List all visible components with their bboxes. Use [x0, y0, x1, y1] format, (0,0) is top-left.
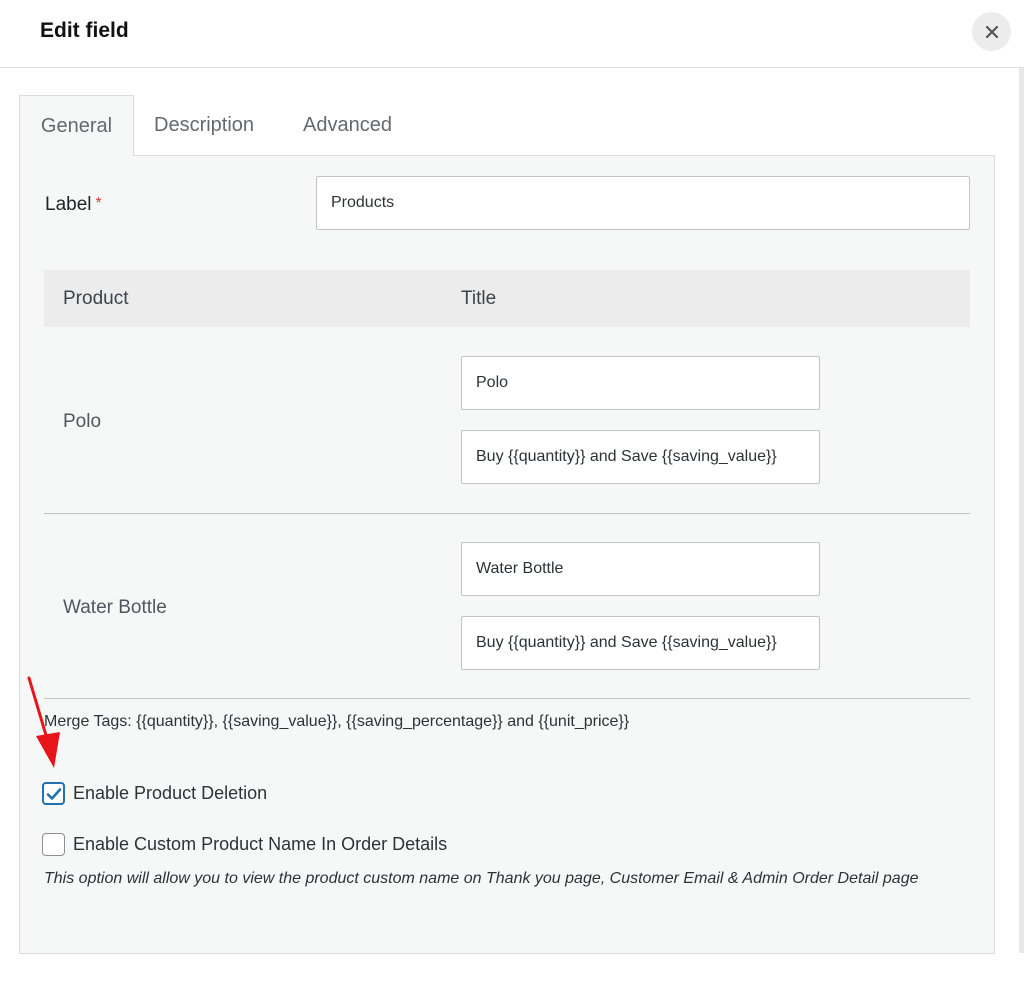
enable-custom-product-name-label: Enable Custom Product Name In Order Deta… [73, 834, 448, 854]
product-name-polo: Polo [63, 411, 102, 432]
enable-custom-product-name-checkbox[interactable] [42, 833, 65, 856]
product-title-input-water-bottle[interactable]: Water Bottle [461, 542, 820, 596]
product-table-header: Product Title [44, 270, 970, 327]
close-icon [985, 25, 998, 38]
checkmark-icon [46, 787, 61, 800]
enable-product-deletion-label: Enable Product Deletion [73, 783, 268, 803]
scrollbar-track[interactable] [1019, 68, 1024, 953]
required-marker: * [95, 195, 102, 212]
modal-header: Edit field [0, 0, 1024, 68]
product-title-input-polo[interactable]: Polo [461, 356, 820, 410]
row-divider [44, 513, 970, 514]
enable-product-deletion-option[interactable]: Enable Product Deletion [42, 782, 267, 805]
label-field-text: Label [45, 194, 92, 215]
product-name-water-bottle: Water Bottle [63, 597, 167, 618]
enable-custom-product-name-option[interactable]: Enable Custom Product Name In Order Deta… [42, 833, 447, 856]
label-field-label: Label * [45, 194, 102, 216]
product-offer-input-water-bottle[interactable]: Buy {{quantity}} and Save {{saving_value… [461, 616, 820, 670]
edit-field-modal: Edit field General Description Advanced … [0, 0, 1024, 981]
annotation-arrow-icon [27, 676, 60, 768]
tab-description[interactable]: Description [154, 95, 254, 156]
label-input[interactable]: Products [316, 176, 970, 230]
modal-title: Edit field [40, 19, 129, 42]
product-offer-input-polo[interactable]: Buy {{quantity}} and Save {{saving_value… [461, 430, 820, 484]
close-button[interactable] [972, 12, 1011, 51]
column-header-title: Title [461, 288, 497, 309]
merge-tags-text: Merge Tags: {{quantity}}, {{saving_value… [44, 713, 630, 730]
tab-general[interactable]: General [19, 95, 134, 156]
enable-product-deletion-checkbox[interactable] [42, 782, 65, 805]
row-divider [44, 698, 970, 699]
tab-advanced[interactable]: Advanced [303, 95, 392, 156]
column-header-product: Product [63, 288, 129, 309]
custom-product-name-help-text: This option will allow you to view the p… [44, 870, 919, 887]
